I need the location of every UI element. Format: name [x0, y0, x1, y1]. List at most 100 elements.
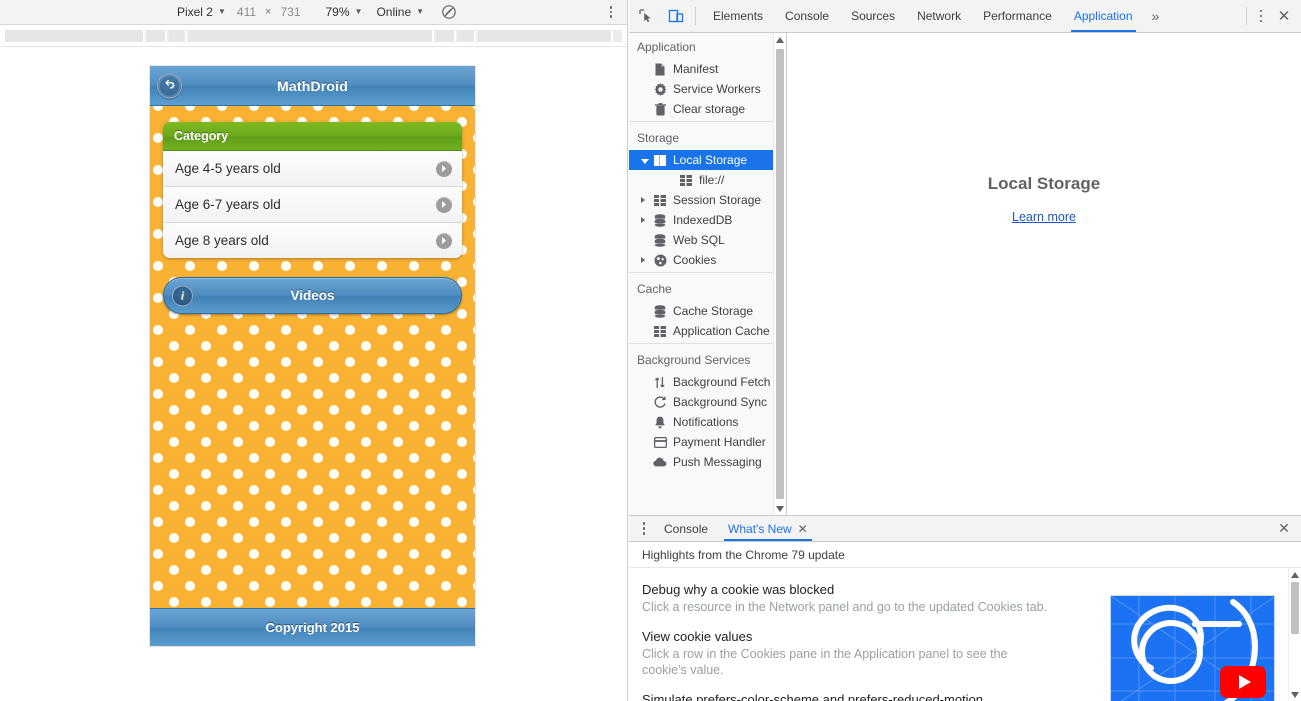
chevron-right-icon[interactable] [641, 197, 645, 203]
sidebar-item-payment-handler[interactable]: Payment Handler [629, 432, 774, 452]
toggle-device-toolbar-icon[interactable] [663, 3, 689, 29]
devtools-drawer: Console What's New ✕ ✕ Highlights from t… [629, 515, 1301, 701]
sidebar-item-file-origin[interactable]: file:// [629, 170, 774, 190]
drawer-tab-console[interactable]: Console [654, 516, 718, 541]
whats-new-item: Simulate prefers-color-scheme and prefer… [642, 692, 1102, 701]
ruler-track [5, 30, 622, 42]
sidebar-scrollbar[interactable] [773, 33, 786, 515]
whats-new-item-desc: Click a resource in the Network panel an… [642, 600, 1048, 614]
list-item-label: Age 4-5 years old [175, 161, 281, 176]
chevron-down-icon: ▼ [217, 6, 226, 16]
list-item[interactable]: Age 8 years old [163, 223, 462, 258]
learn-more-link[interactable]: Learn more [1012, 210, 1076, 224]
back-arrow-icon[interactable] [157, 73, 182, 98]
device-toolbar-more-button[interactable] [603, 4, 619, 20]
chevron-down-icon: ▼ [354, 6, 363, 16]
sidebar-item-label: IndexedDB [673, 213, 733, 227]
credit-card-icon [653, 435, 667, 449]
device-select[interactable]: Pixel 2 ▼ [170, 3, 233, 22]
videos-button[interactable]: i Videos [163, 277, 462, 314]
zoom-select[interactable]: 79% ▼ [319, 3, 370, 22]
scroll-up-arrow-icon[interactable] [1289, 568, 1301, 581]
manifest-document-icon [653, 62, 667, 76]
sidebar-item-manifest[interactable]: Manifest [629, 59, 774, 79]
whats-new-item-title: View cookie values [642, 628, 753, 644]
device-width-input[interactable]: 411 [233, 5, 260, 19]
tab-sources[interactable]: Sources [840, 0, 906, 32]
sidebar-section-title-background-services: Background Services [637, 353, 751, 367]
device-toolbar: Pixel 2 ▼ 411 × 731 79% ▼ Online ▼ [0, 0, 627, 25]
chevron-right-icon[interactable] [641, 217, 645, 223]
toolbar-divider [695, 7, 696, 25]
tab-network[interactable]: Network [906, 0, 972, 32]
drawer-tab-whats-new[interactable]: What's New ✕ [718, 516, 818, 541]
sidebar-item-clear-storage[interactable]: Clear storage [629, 99, 774, 119]
sidebar-item-label: Web SQL [673, 233, 725, 247]
chevron-down-icon[interactable] [641, 158, 649, 164]
devtools-settings-button[interactable] [1251, 6, 1271, 26]
drawer-close-button[interactable]: ✕ [1273, 518, 1295, 540]
sidebar-item-label: Service Workers [673, 82, 761, 96]
app-footer: Copyright 2015 [150, 608, 475, 646]
panel-title: Local Storage [987, 174, 1101, 193]
chevron-right-icon[interactable] [641, 257, 645, 263]
sidebar-scrollbar-thumb[interactable] [776, 49, 784, 499]
sidebar-item-label: Push Messaging [673, 455, 762, 469]
bell-icon [653, 415, 667, 429]
more-tabs-button[interactable]: » [1144, 0, 1168, 32]
drawer-tabbar: Console What's New ✕ ✕ [629, 516, 1301, 542]
devtools-tab-list: Elements Console Sources Network Perform… [702, 0, 1167, 32]
scroll-up-arrow-icon[interactable] [774, 33, 786, 46]
sidebar-item-background-fetch[interactable]: Background Fetch [629, 372, 774, 392]
device-height-input[interactable]: 731 [276, 5, 304, 19]
sidebar-item-service-workers[interactable]: Service Workers [629, 79, 774, 99]
sidebar-item-notifications[interactable]: Notifications [629, 412, 774, 432]
sidebar-item-indexeddb[interactable]: IndexedDB [629, 210, 774, 230]
close-icon[interactable]: ✕ [798, 523, 808, 535]
whats-new-item-desc: Click a row in the Cookies pane in the A… [642, 646, 1008, 678]
sidebar-item-label: Background Sync [673, 395, 768, 409]
tab-application[interactable]: Application [1063, 0, 1144, 32]
screenshot-root: Pixel 2 ▼ 411 × 731 79% ▼ Online ▼ MathD… [0, 0, 1301, 701]
sidebar-item-background-sync[interactable]: Background Sync [629, 392, 774, 412]
inspect-element-icon[interactable] [633, 3, 659, 29]
controls-divider [1246, 7, 1247, 25]
database-icon [653, 233, 667, 247]
scroll-down-arrow-icon[interactable] [1289, 688, 1301, 701]
sidebar-item-application-cache[interactable]: Application Cache [629, 321, 774, 341]
sidebar-item-label: Background Fetch [673, 375, 771, 389]
info-icon: i [172, 285, 193, 306]
sidebar-item-session-storage[interactable]: Session Storage [629, 190, 774, 210]
list-item-label: Age 6-7 years old [175, 197, 281, 212]
sidebar-item-local-storage[interactable]: Local Storage [629, 150, 774, 170]
scroll-down-arrow-icon[interactable] [774, 502, 786, 515]
device-toolbar-controls: Pixel 2 ▼ 411 × 731 79% ▼ Online ▼ [0, 0, 627, 24]
whats-new-scrollbar[interactable] [1288, 568, 1301, 701]
tab-console[interactable]: Console [774, 0, 840, 32]
whats-new-item: Debug why a cookie was blocked Click a r… [642, 582, 1102, 616]
devtools-tabbar: Elements Console Sources Network Perform… [629, 0, 1301, 33]
app-title: MathDroid [276, 77, 348, 94]
device-emulation-pane: Pixel 2 ▼ 411 × 731 79% ▼ Online ▼ MathD… [0, 0, 628, 701]
sidebar-item-cookies[interactable]: Cookies [629, 250, 774, 270]
list-item[interactable]: Age 6-7 years old [163, 187, 462, 223]
tab-elements[interactable]: Elements [702, 0, 774, 32]
network-throttle-select[interactable]: Online ▼ [369, 3, 431, 22]
whats-new-scrollbar-thumb[interactable] [1291, 582, 1299, 634]
sidebar-item-push-messaging[interactable]: Push Messaging [629, 452, 774, 472]
youtube-play-icon[interactable] [1220, 666, 1266, 698]
whats-new-item-title: Debug why a cookie was blocked [642, 582, 835, 597]
table-grid-icon [653, 193, 667, 207]
drawer-menu-button[interactable] [634, 519, 654, 539]
devtools-close-button[interactable]: ✕ [1271, 3, 1297, 29]
list-item[interactable]: Age 4-5 years old [163, 151, 462, 187]
whats-new-body: Debug why a cookie was blocked Click a r… [629, 568, 1301, 701]
sidebar-item-cache-storage[interactable]: Cache Storage [629, 301, 774, 321]
sidebar-item-web-sql[interactable]: Web SQL [629, 230, 774, 250]
no-throttling-icon[interactable] [441, 4, 457, 20]
tab-performance[interactable]: Performance [972, 0, 1063, 32]
chrome-79-video-thumbnail[interactable] [1110, 595, 1275, 701]
sidebar-item-label: Cache Storage [673, 304, 754, 318]
chevron-down-icon: ▼ [416, 6, 425, 16]
chevron-right-icon [436, 196, 452, 213]
